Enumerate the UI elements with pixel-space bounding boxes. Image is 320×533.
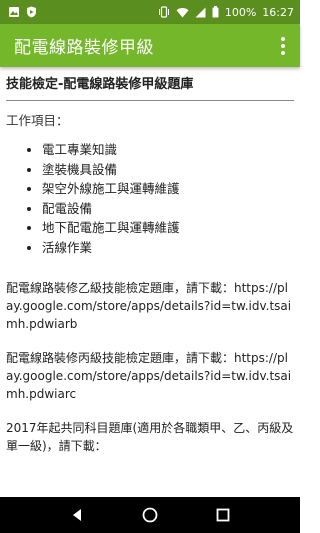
- navigation-bar: [0, 497, 300, 533]
- status-left: [8, 6, 37, 18]
- vibrate-icon: [158, 6, 170, 18]
- list-item: 配電設備: [42, 199, 294, 219]
- content-area[interactable]: 技能檢定-配電線路裝修甲級題庫 工作項目： 電工專業知識 塗裝機具設備 架空外線…: [0, 67, 300, 497]
- status-bar: 100% 16:27: [0, 0, 300, 24]
- work-items-list: 電工專業知識 塗裝機具設備 架空外線施工與運轉維護 配電設備 地下配電施工與運轉…: [42, 140, 294, 257]
- section-title: 技能檢定-配電線路裝修甲級題庫: [6, 77, 194, 92]
- list-item: 地下配電施工與運轉維護: [42, 218, 294, 238]
- status-right: 100% 16:27: [158, 6, 294, 19]
- list-item: 活線作業: [42, 238, 294, 258]
- home-icon[interactable]: [132, 497, 168, 533]
- status-time: 16:27: [262, 5, 294, 19]
- battery-icon: [212, 6, 219, 18]
- list-item: 塗裝機具設備: [42, 160, 294, 180]
- signal-icon: [195, 7, 206, 18]
- paragraph-level-c-link: 配電線路裝修丙級技能檢定題庫，請下載：https://play.google.c…: [6, 351, 292, 401]
- back-icon[interactable]: [59, 497, 95, 533]
- battery-percent: 100%: [224, 5, 257, 19]
- app-bar: 配電線路裝修甲級: [0, 24, 300, 67]
- list-item: 架空外線施工與運轉維護: [42, 179, 294, 199]
- recents-icon[interactable]: [205, 497, 241, 533]
- paragraph-level-b-link: 配電線路裝修乙級技能檢定題庫，請下載：https://play.google.c…: [6, 281, 292, 331]
- intro-text: 工作項目：: [6, 113, 69, 128]
- list-item: 電工專業知識: [42, 140, 294, 160]
- overflow-menu-icon[interactable]: [274, 32, 292, 60]
- app-title: 配電線路裝修甲級: [14, 38, 154, 58]
- paragraph-common-subjects: 2017年起共同科目題庫(適用於各職類甲、乙、丙級及單一級)，請下載：: [6, 421, 294, 453]
- divider: [6, 100, 294, 101]
- shield-icon: [26, 6, 37, 18]
- image-icon: [8, 6, 20, 18]
- wifi-icon: [176, 7, 189, 18]
